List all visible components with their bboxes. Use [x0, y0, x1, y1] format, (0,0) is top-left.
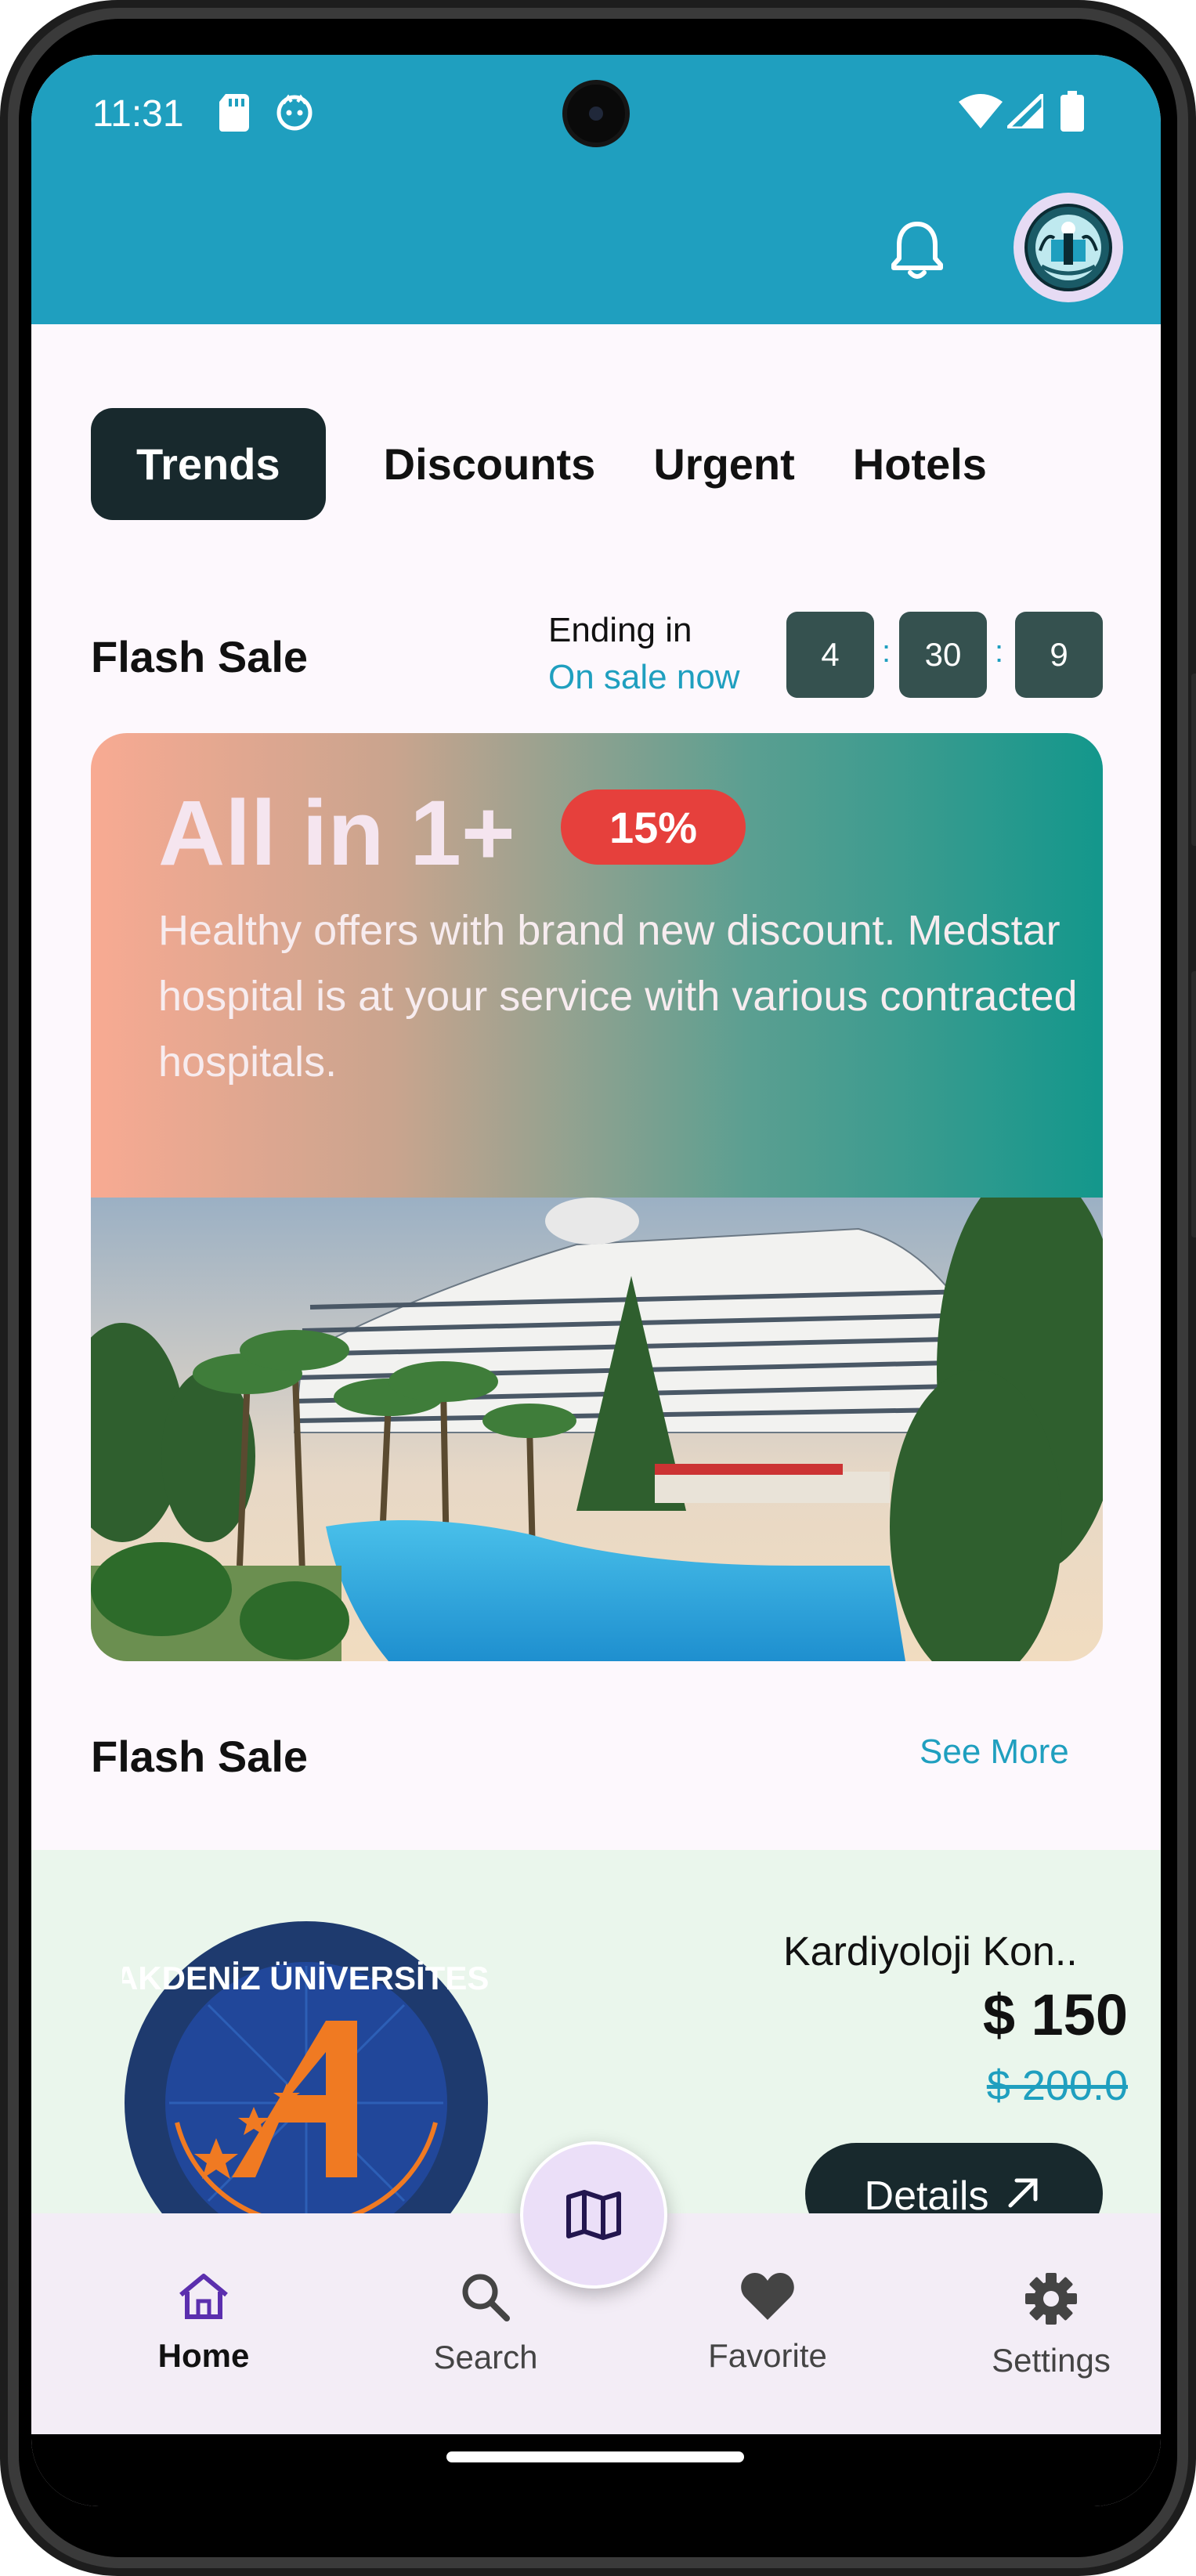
search-icon [462, 2274, 510, 2321]
arrow-up-right-icon [1008, 2178, 1038, 2208]
product-old-price: $ 200.0 [986, 2062, 1128, 2109]
home-icon [179, 2274, 228, 2319]
wifi-icon [959, 94, 1003, 132]
ending-label: Ending in [548, 611, 692, 649]
timer-hours: 4 [786, 612, 874, 698]
bell-icon[interactable] [891, 219, 943, 283]
tab-hotels[interactable]: Hotels [853, 439, 987, 490]
discount-badge: 15% [561, 789, 746, 865]
profile-logo-icon [1024, 204, 1112, 291]
tab-discounts[interactable]: Discounts [384, 439, 596, 490]
device-frame: 11:31 Trends Discounts Urgent Hotels Fla… [0, 0, 1196, 2576]
timer-seconds: 9 [1015, 612, 1103, 698]
tab-trends[interactable]: Trends [91, 408, 326, 520]
volume-button [1191, 674, 1196, 846]
promo-card[interactable]: All in 1+ 15% Healthy offers with brand … [91, 733, 1103, 1661]
promo-description: Healthy offers with brand new discount. … [158, 907, 1078, 1086]
sale-status: On sale now [548, 658, 740, 696]
see-more-link[interactable]: See More [920, 1732, 1069, 1772]
heart-icon [741, 2273, 794, 2320]
nav-search-label: Search [433, 2339, 538, 2375]
map-button[interactable] [520, 2141, 667, 2289]
flash-sale-list-title: Flash Sale [91, 1732, 309, 1781]
tab-urgent[interactable]: Urgent [653, 439, 794, 490]
screen: 11:31 Trends Discounts Urgent Hotels Fla… [31, 55, 1161, 2506]
sd-card-icon [219, 94, 251, 135]
avatar[interactable] [1014, 193, 1123, 302]
front-camera [562, 80, 630, 147]
nav-settings[interactable]: Settings [957, 2271, 1145, 2379]
product-name: Kardiyoloji Kon.. [783, 1929, 1078, 1974]
gear-icon [1025, 2273, 1077, 2325]
product-price: $ 150 [982, 1982, 1128, 2047]
nav-favorite-label: Favorite [708, 2337, 827, 2374]
details-button-label: Details [864, 2173, 989, 2219]
power-button [1191, 971, 1196, 1237]
category-tabs: Trends Discounts Urgent Hotels [91, 408, 1045, 520]
signal-icon [1002, 89, 1046, 132]
nav-settings-label: Settings [992, 2342, 1111, 2379]
gesture-area [31, 2434, 1161, 2506]
notification-app-icon [276, 94, 313, 135]
promo-title: All in 1+ [158, 782, 515, 885]
hotel-image [91, 1166, 1103, 1661]
flash-sale-title: Flash Sale [91, 632, 309, 681]
battery-icon [1061, 91, 1084, 135]
nav-home-label: Home [157, 2337, 250, 2374]
map-icon [566, 2190, 621, 2240]
timer-minutes: 30 [899, 612, 987, 698]
timer-separator: : [995, 634, 1004, 669]
home-gesture-bar[interactable] [446, 2451, 744, 2462]
nav-search[interactable]: Search [392, 2271, 580, 2376]
logo-text: AKDENİZ ÜNİVERSİTESİ [122, 1960, 490, 1996]
nav-favorite[interactable]: Favorite [674, 2271, 862, 2375]
status-time: 11:31 [92, 93, 184, 135]
nav-home[interactable]: Home [110, 2271, 298, 2375]
timer-separator: : [882, 634, 891, 669]
